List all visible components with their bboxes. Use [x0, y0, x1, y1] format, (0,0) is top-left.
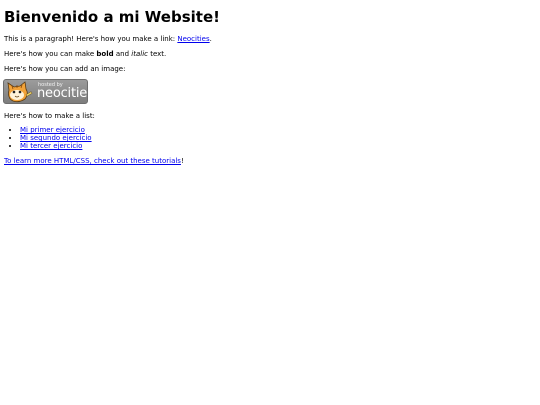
image-paragraph: Here's how you can add an image:: [4, 65, 126, 73]
bold-text: bold: [96, 50, 114, 58]
page-title: Bienvenido a mi Website!: [4, 8, 220, 26]
format-paragraph-middle: and: [113, 50, 132, 58]
third-exercise-link[interactable]: Mi tercer ejercicio: [20, 142, 82, 150]
neocities-link[interactable]: Neocities: [177, 35, 209, 43]
link-paragraph: This is a paragraph! Here's how you make…: [4, 35, 212, 43]
list-item: Mi segundo ejercicio: [20, 134, 92, 142]
format-paragraph-text: Here's how you can make: [4, 50, 97, 58]
page: Bienvenido a mi Website! This is a parag…: [0, 0, 540, 405]
tutorial-paragraph-end: !: [180, 157, 184, 165]
link-paragraph-text: This is a paragraph! Here's how you make…: [4, 35, 178, 43]
format-paragraph-end: text.: [147, 50, 167, 58]
badge-brand-text: neocities: [37, 86, 88, 101]
link-paragraph-end: .: [209, 35, 212, 43]
cat-mascot-icon: [7, 81, 33, 103]
list-item: Mi tercer ejercicio: [20, 142, 92, 150]
format-paragraph: Here's how you can make bold and italic …: [4, 50, 166, 58]
exercise-list: Mi primer ejercicio Mi segundo ejercicio…: [4, 126, 92, 150]
tutorial-paragraph: To learn more HTML/CSS, check out these …: [4, 157, 184, 165]
neocities-badge-image: hosted by neocities: [3, 79, 88, 104]
list-item: Mi primer ejercicio: [20, 126, 92, 134]
list-paragraph: Here's how to make a list:: [4, 112, 95, 120]
second-exercise-link[interactable]: Mi segundo ejercicio: [20, 134, 92, 142]
first-exercise-link[interactable]: Mi primer ejercicio: [20, 126, 85, 134]
italic-text: italic: [131, 50, 148, 58]
tutorials-link[interactable]: To learn more HTML/CSS, check out these …: [4, 157, 181, 165]
